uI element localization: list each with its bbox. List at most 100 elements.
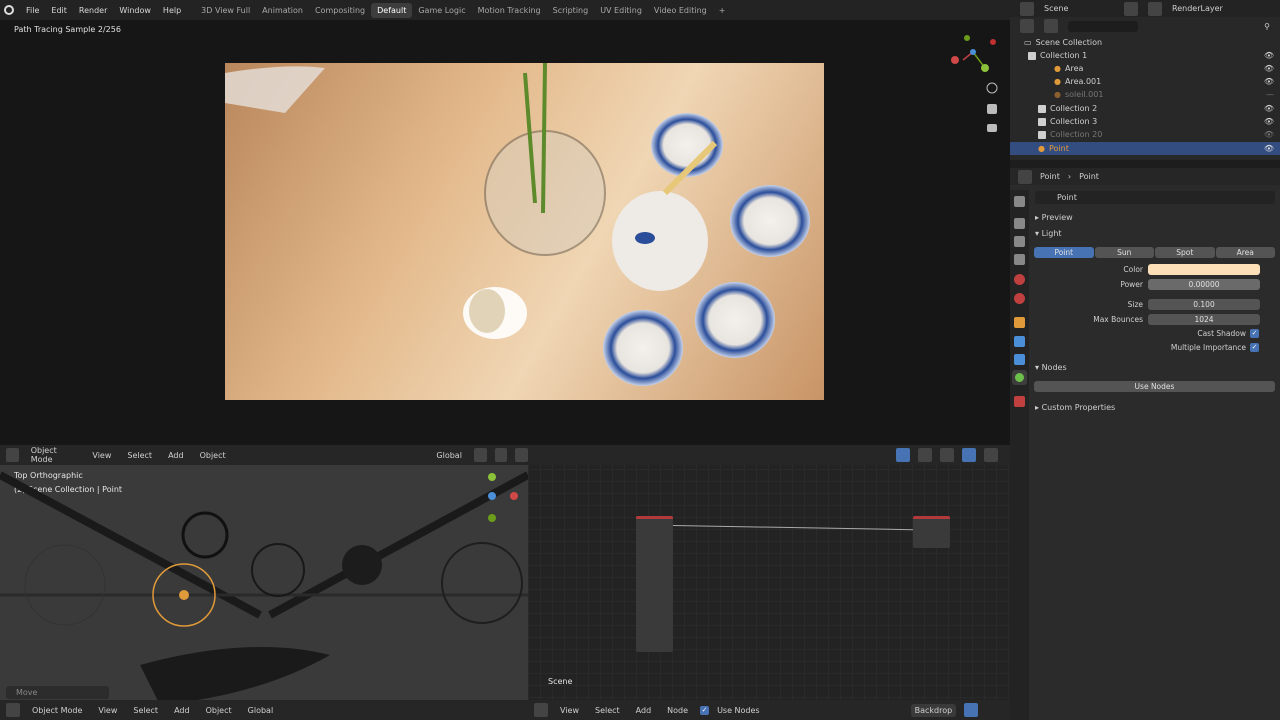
eye-icon[interactable]: 👁 xyxy=(1264,117,1274,126)
light-datablock-field[interactable]: Point xyxy=(1035,191,1275,204)
outliner-row-area[interactable]: ● Area 👁 xyxy=(1010,62,1280,75)
snap-icon[interactable] xyxy=(494,448,508,462)
node-menu-add[interactable]: Add xyxy=(632,704,656,717)
exclude-checkbox[interactable] xyxy=(1038,104,1046,113)
texture-tab-icon[interactable] xyxy=(1014,396,1025,407)
scene-tab-icon[interactable] xyxy=(1014,274,1025,285)
node-editor[interactable]: Scene View Select Add Node ✓ Use Nodes B… xyxy=(528,445,1010,720)
overlay-icon[interactable] xyxy=(918,448,932,462)
outliner-row-point[interactable]: ● Point 👁 xyxy=(1010,142,1280,155)
max-bounces-field[interactable]: 1024 xyxy=(1148,314,1260,325)
light-type-area[interactable]: Area xyxy=(1215,247,1275,258)
tab-default[interactable]: Default xyxy=(371,2,413,18)
menu-help[interactable]: Help xyxy=(157,6,187,15)
object-mode-dropdown-2[interactable]: Object Mode xyxy=(28,704,86,717)
footer-menu-add[interactable]: Add xyxy=(170,704,194,717)
tab-uv-editing[interactable]: UV Editing xyxy=(594,3,648,18)
outliner-row-soleil[interactable]: ● soleil.001 — xyxy=(1010,88,1280,101)
nodes-panel-header[interactable]: ▾ Nodes xyxy=(1035,363,1067,372)
light-type-spot[interactable]: Spot xyxy=(1155,247,1215,258)
menu-file[interactable]: File xyxy=(20,6,45,15)
eye-icon[interactable]: 👁 xyxy=(1264,77,1274,86)
footer-menu-select[interactable]: Select xyxy=(129,704,162,717)
preview-panel-header[interactable]: ▸ Preview xyxy=(1035,213,1073,222)
outliner-row-collection-20[interactable]: Collection 20 👁 xyxy=(1010,128,1280,141)
outliner-type-icon[interactable] xyxy=(1020,19,1034,33)
modifier-tab-icon[interactable] xyxy=(1014,336,1025,347)
viewport-menu-select[interactable]: Select xyxy=(123,449,156,462)
light-panel-header[interactable]: ▾ Light xyxy=(1035,229,1062,238)
footer-menu-view[interactable]: View xyxy=(94,704,121,717)
light-type-sun[interactable]: Sun xyxy=(1094,247,1154,258)
node-menu-node[interactable]: Node xyxy=(663,704,692,717)
render-layers-node[interactable] xyxy=(636,516,673,652)
node-menu-view[interactable]: View xyxy=(556,704,583,717)
render-layer-name[interactable]: RenderLayer xyxy=(1172,4,1242,13)
pause-icon[interactable] xyxy=(984,448,998,462)
render-tab-icon[interactable] xyxy=(1014,218,1025,229)
output-tab-icon[interactable] xyxy=(1014,236,1025,247)
power-field[interactable]: 0.00000 xyxy=(1148,279,1260,290)
shading-solid-icon[interactable] xyxy=(940,448,954,462)
filter-icon[interactable]: ⚲ xyxy=(1264,22,1270,31)
constraints-tab-icon[interactable] xyxy=(1014,354,1025,365)
menu-window[interactable]: Window xyxy=(113,6,157,15)
tab-video-editing[interactable]: Video Editing xyxy=(648,3,713,18)
tool-tab-icon[interactable] xyxy=(1014,196,1025,207)
transform-orientation-dropdown[interactable]: Global xyxy=(432,449,466,462)
footer-menu-object[interactable]: Object xyxy=(202,704,236,717)
menu-edit[interactable]: Edit xyxy=(45,6,73,15)
outliner-row-collection-2[interactable]: Collection 2 👁 xyxy=(1010,102,1280,115)
add-workspace-button[interactable]: + xyxy=(713,3,732,18)
tab-animation[interactable]: Animation xyxy=(256,3,309,18)
world-tab-icon[interactable] xyxy=(1014,293,1025,304)
eye-icon[interactable]: 👁 xyxy=(1264,64,1274,73)
tab-motion-tracking[interactable]: Motion Tracking xyxy=(472,3,547,18)
eye-hidden-icon[interactable]: — xyxy=(1266,90,1274,99)
tab-game-logic[interactable]: Game Logic xyxy=(412,3,471,18)
use-nodes-button[interactable]: Use Nodes xyxy=(1034,381,1275,392)
object-mode-dropdown[interactable]: Object Mode xyxy=(27,445,81,466)
scene-name[interactable]: Scene xyxy=(1044,4,1114,13)
snap-toggle-icon[interactable] xyxy=(896,448,910,462)
outliner-row-area-001[interactable]: ● Area.001 👁 xyxy=(1010,75,1280,88)
tab-compositing[interactable]: Compositing xyxy=(309,3,371,18)
outliner-search-input[interactable] xyxy=(1068,20,1138,32)
last-operator-panel[interactable]: Move xyxy=(6,686,109,699)
viewport-menu-object[interactable]: Object xyxy=(196,449,230,462)
shading-rendered-icon[interactable] xyxy=(962,448,976,462)
outliner-row-collection-1[interactable]: Collection 1 👁 xyxy=(1010,49,1280,62)
eye-icon[interactable]: 👁 xyxy=(1264,104,1274,113)
eye-icon[interactable]: 👁 xyxy=(1264,51,1274,60)
size-field[interactable]: 0.100 xyxy=(1148,299,1260,310)
eye-icon[interactable]: 👁 xyxy=(1264,144,1274,153)
backdrop-button[interactable]: Backdrop xyxy=(910,703,957,717)
viewport-menu-view[interactable]: View xyxy=(88,449,115,462)
proportional-edit-icon[interactable] xyxy=(515,448,528,462)
properties-type-icon[interactable] xyxy=(1018,169,1032,184)
editor-type-icon[interactable] xyxy=(6,448,19,462)
tab-3d-view-full[interactable]: 3D View Full xyxy=(195,3,256,18)
cast-shadow-checkbox[interactable]: ✓ xyxy=(1250,329,1259,338)
outliner-row-collection-3[interactable]: Collection 3 👁 xyxy=(1010,115,1280,128)
view-layer-tab-icon[interactable] xyxy=(1014,254,1025,265)
pivot-icon[interactable] xyxy=(473,448,487,462)
menu-render[interactable]: Render xyxy=(73,6,113,15)
outliner-scene-collection[interactable]: ▭ Scene Collection xyxy=(1010,36,1280,49)
eye-icon[interactable]: 👁 xyxy=(1264,130,1274,139)
use-nodes-checkbox[interactable]: ✓ xyxy=(700,705,710,715)
node-menu-select[interactable]: Select xyxy=(591,704,624,717)
footer-orientation-dropdown[interactable]: Global xyxy=(244,704,278,717)
3d-viewport[interactable]: Object Mode View Select Add Object Globa… xyxy=(0,445,528,720)
display-mode-icon[interactable] xyxy=(1044,19,1058,33)
rendered-viewport[interactable]: Path Tracing Sample 2/256 xyxy=(0,20,1010,445)
custom-properties-header[interactable]: ▸ Custom Properties xyxy=(1035,403,1115,412)
multiple-importance-checkbox[interactable]: ✓ xyxy=(1250,343,1259,352)
tab-scripting[interactable]: Scripting xyxy=(547,3,595,18)
exclude-checkbox[interactable] xyxy=(1038,117,1046,126)
exclude-checkbox[interactable] xyxy=(1038,130,1046,139)
blender-logo-icon[interactable] xyxy=(4,5,14,15)
light-type-point[interactable]: Point xyxy=(1034,247,1094,258)
backdrop-channel-icon[interactable] xyxy=(964,703,979,717)
navigation-gizmo[interactable] xyxy=(945,32,1001,162)
